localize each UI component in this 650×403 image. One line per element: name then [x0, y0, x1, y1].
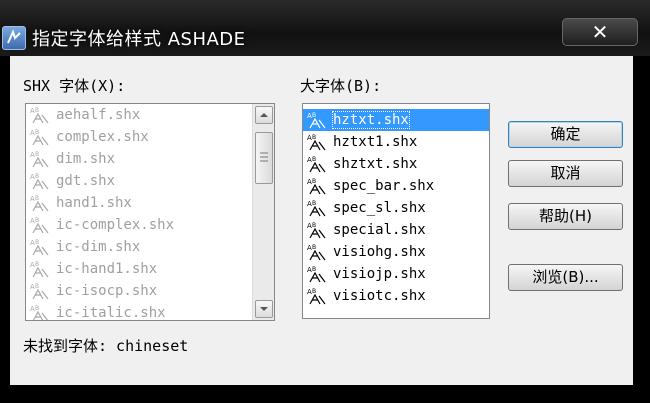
list-item[interactable]: A B hztxt1.shx [303, 131, 489, 153]
list-item[interactable]: A B aehalf.shx [26, 104, 274, 126]
shx-font-icon: AB [307, 266, 326, 283]
shx-font-label: SHX 字体(X): [23, 77, 126, 95]
list-item[interactable]: A B special.shx [303, 219, 489, 241]
list-item[interactable]: A B visiohg.shx [303, 241, 489, 263]
list-item[interactable]: A B complex.shx [26, 126, 274, 148]
list-item-label: ic-isocp.shx [56, 283, 158, 299]
svg-text:B: B [35, 151, 39, 158]
shx-font-icon: AB [30, 107, 49, 124]
svg-text:B: B [312, 178, 316, 185]
grip-icon [260, 152, 268, 162]
list-item[interactable]: A B hand1.shx [26, 192, 274, 214]
list-item-label: spec_sl.shx [333, 200, 426, 216]
shx-font-icon: AB [30, 239, 49, 256]
shx-font-icon: AB [307, 134, 326, 151]
list-item-label: ic-italic.shx [56, 305, 166, 321]
svg-text:B: B [35, 195, 39, 202]
shx-font-icon: AB [307, 200, 326, 217]
help-button[interactable]: 帮助(H) [508, 203, 623, 230]
scroll-up-button[interactable] [255, 106, 273, 124]
shx-font-icon: AB [307, 244, 326, 261]
list-item-label: visiohg.shx [333, 244, 426, 260]
list-item[interactable]: A B ic-hand1.shx [26, 258, 274, 280]
autocad-app-icon [2, 26, 26, 50]
list-item-label: ic-dim.shx [56, 239, 141, 255]
svg-text:B: B [312, 244, 316, 251]
big-font-list[interactable]: A B hztxt.shx A B hztxt1.shx A B shztxt.shx A B spe… [302, 103, 490, 319]
list-item-label: visiotc.shx [333, 288, 426, 304]
list-item-label: hztxt.shx [332, 111, 410, 129]
close-icon: ✕ [591, 20, 609, 44]
list-item[interactable]: A B spec_bar.shx [303, 175, 489, 197]
close-button[interactable]: ✕ [562, 18, 638, 46]
svg-text:B: B [312, 222, 316, 229]
svg-text:B: B [35, 173, 39, 180]
list-item[interactable]: A B visiojp.shx [303, 263, 489, 285]
list-item-label: gdt.shx [56, 173, 116, 189]
svg-text:B: B [35, 305, 39, 312]
list-item-label: complex.shx [56, 129, 149, 145]
ok-button[interactable]: 确定 [508, 121, 623, 148]
dialog-frame: 指定字体给样式 ASHADE ✕ SHX 字体(X): A B aehalf.shx… [0, 0, 650, 403]
shx-font-list[interactable]: A B aehalf.shx A B complex.shx A B dim.shx A B gdt.… [25, 103, 275, 321]
list-item[interactable]: A B ic-dim.shx [26, 236, 274, 258]
list-item-label: hand1.shx [56, 195, 132, 211]
shx-font-icon: AB [307, 178, 326, 195]
list-item[interactable]: A B spec_sl.shx [303, 197, 489, 219]
svg-text:B: B [35, 107, 39, 114]
title-bar[interactable]: 指定字体给样式 ASHADE ✕ [0, 0, 650, 56]
font-not-found-status: 未找到字体: chineset [23, 337, 189, 355]
list-item[interactable]: A B shztxt.shx [303, 153, 489, 175]
shx-font-icon: AB [30, 305, 48, 320]
window-title: 指定字体给样式 ASHADE [32, 29, 246, 50]
svg-text:B: B [312, 200, 316, 207]
shx-font-icon: AB [307, 222, 326, 239]
list-item-label: hztxt1.shx [333, 134, 418, 150]
shx-font-icon: AB [307, 288, 326, 305]
shx-font-icon: AB [30, 283, 49, 300]
shx-font-icon: AB [30, 261, 49, 278]
scroll-thumb[interactable] [255, 132, 273, 184]
svg-text:B: B [35, 239, 39, 246]
shx-font-icon: AB [30, 195, 49, 212]
list-item-label: ic-complex.shx [56, 217, 175, 233]
list-item-label: aehalf.shx [56, 107, 141, 123]
chevron-down-icon [260, 307, 268, 311]
svg-text:B: B [312, 112, 316, 119]
list-item-label: special.shx [333, 222, 426, 238]
list-item[interactable]: A B gdt.shx [26, 170, 274, 192]
svg-text:B: B [35, 129, 39, 136]
dialog-client-area: SHX 字体(X): A B aehalf.shx A B complex.shx A B di… [10, 56, 633, 385]
list-item[interactable]: A B ic-italic.shx [26, 302, 274, 321]
scroll-down-button[interactable] [255, 300, 273, 318]
shx-font-icon: AB [307, 112, 326, 129]
browse-button[interactable]: 浏览(B)... [508, 264, 623, 291]
list-item-label: spec_bar.shx [333, 178, 435, 194]
cancel-button[interactable]: 取消 [508, 160, 623, 187]
list-item-label: ic-hand1.shx [56, 261, 158, 277]
big-font-label: 大字体(B): [300, 77, 382, 95]
list-item[interactable]: A B ic-complex.shx [26, 214, 274, 236]
list-item[interactable]: A B visiotc.shx [303, 285, 489, 307]
svg-text:B: B [312, 266, 316, 273]
svg-text:B: B [312, 134, 316, 141]
list-item-label: visiojp.shx [333, 266, 426, 282]
list-item[interactable]: A B hztxt.shx [303, 109, 489, 131]
shx-font-icon: AB [30, 217, 49, 234]
list-item[interactable]: A B dim.shx [26, 148, 274, 170]
shx-font-icon: AB [30, 129, 49, 146]
list-item-label: shztxt.shx [333, 156, 418, 172]
list-item-label: dim.shx [56, 151, 116, 167]
svg-text:B: B [35, 261, 39, 268]
svg-text:B: B [35, 217, 39, 224]
shx-font-icon: AB [307, 156, 326, 173]
chevron-up-icon [260, 113, 268, 117]
shx-font-icon: AB [30, 151, 49, 168]
shx-font-icon: AB [30, 173, 49, 190]
svg-text:B: B [312, 156, 316, 163]
svg-text:B: B [312, 288, 316, 295]
shx-list-scrollbar[interactable] [252, 104, 274, 320]
list-item[interactable]: A B ic-isocp.shx [26, 280, 274, 302]
svg-text:B: B [35, 283, 39, 290]
